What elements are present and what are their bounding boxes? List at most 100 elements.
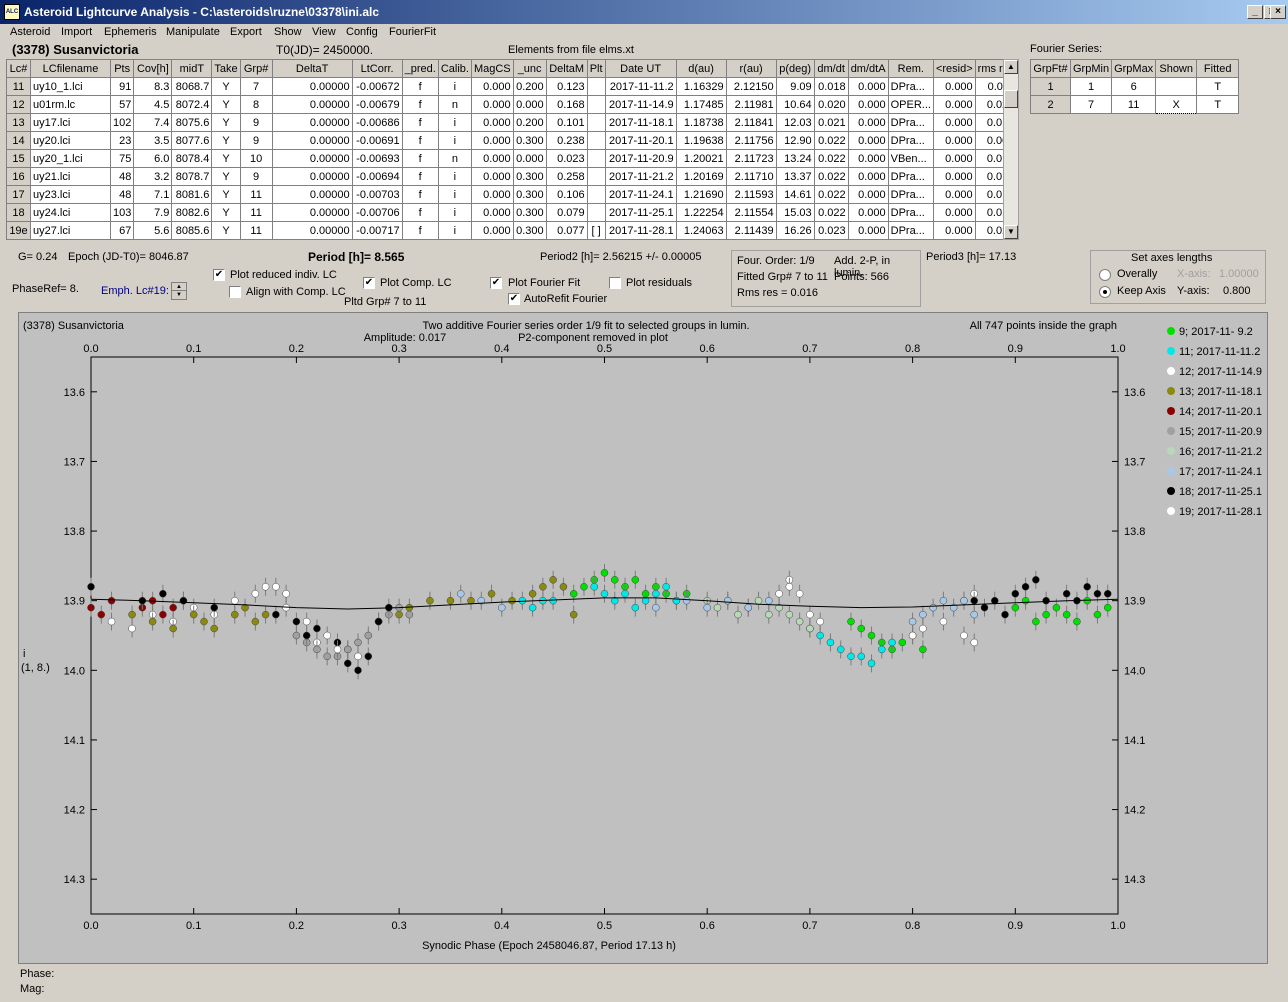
- table-cell[interactable]: 0.000: [470, 149, 514, 168]
- fourier-cell[interactable]: 1: [1069, 77, 1113, 96]
- table-cell[interactable]: 0.000: [470, 131, 514, 150]
- table-cell[interactable]: 0.300: [512, 167, 547, 186]
- lc-col-header[interactable]: Cov[h]: [133, 59, 173, 78]
- table-cell[interactable]: -0.00672: [351, 77, 403, 96]
- table-cell[interactable]: -0.00703: [351, 185, 403, 204]
- close-button[interactable]: ×: [1270, 5, 1286, 19]
- row-header[interactable]: 15: [6, 149, 31, 168]
- table-cell[interactable]: 1.20021: [675, 149, 727, 168]
- row-header[interactable]: 13: [6, 113, 31, 132]
- align-comp-checkbox[interactable]: [229, 286, 241, 298]
- table-cell[interactable]: f: [401, 185, 439, 204]
- table-cell[interactable]: -0.00686: [351, 113, 403, 132]
- table-cell[interactable]: 2.11841: [725, 113, 777, 132]
- fourier-cell[interactable]: [1155, 77, 1198, 96]
- table-cell[interactable]: 13.37: [775, 167, 815, 186]
- row-header[interactable]: 16: [6, 167, 31, 186]
- table-cell[interactable]: 4.5: [133, 95, 173, 114]
- table-cell[interactable]: 1.16329: [675, 77, 727, 96]
- spin-down-icon[interactable]: ▼: [172, 291, 186, 299]
- lc-col-header[interactable]: p(deg): [775, 59, 815, 78]
- table-cell[interactable]: 0.022: [813, 185, 849, 204]
- plot-residuals-checkbox[interactable]: [609, 277, 621, 289]
- table-cell[interactable]: 1.22254: [675, 203, 727, 222]
- table-cell[interactable]: 0.000: [847, 95, 889, 114]
- table-cell[interactable]: 11: [239, 185, 273, 204]
- table-cell[interactable]: i: [437, 167, 472, 186]
- table-cell[interactable]: 0.123: [545, 77, 588, 96]
- table-cell[interactable]: 0.00000: [271, 203, 353, 222]
- table-cell[interactable]: 10.64: [775, 95, 815, 114]
- table-cell[interactable]: 2.11756: [725, 131, 777, 150]
- menu-view[interactable]: View: [312, 26, 336, 38]
- table-cell[interactable]: 1.21690: [675, 185, 727, 204]
- lc-col-header[interactable]: Plt: [586, 59, 606, 78]
- lc-col-header[interactable]: midT: [171, 59, 213, 78]
- table-cell[interactable]: uy20_1.lci: [30, 149, 111, 168]
- table-cell[interactable]: Y: [211, 77, 241, 96]
- table-cell[interactable]: 0.018: [813, 77, 849, 96]
- table-cell[interactable]: 0.077: [545, 221, 588, 240]
- table-cell[interactable]: 7: [239, 77, 273, 96]
- table-cell[interactable]: 10: [239, 149, 273, 168]
- menu-manipulate[interactable]: Manipulate: [166, 26, 220, 38]
- table-cell[interactable]: 0.00000: [271, 149, 353, 168]
- table-cell[interactable]: [ ]: [586, 221, 606, 240]
- row-header[interactable]: 11: [6, 77, 31, 96]
- table-cell[interactable]: 2017-11-24.1: [604, 185, 677, 204]
- table-cell[interactable]: f: [401, 221, 439, 240]
- table-cell[interactable]: 0.00000: [271, 113, 353, 132]
- table-row[interactable]: 15 uy20_1.lci 75 6.0 8078.4 Y 10 0.00000 -0.0069…: [6, 149, 1018, 168]
- table-cell[interactable]: 0.300: [512, 203, 547, 222]
- table-cell[interactable]: 1.24063: [675, 221, 727, 240]
- row-header[interactable]: 19e: [6, 221, 31, 240]
- table-cell[interactable]: 48: [109, 167, 135, 186]
- table-cell[interactable]: [586, 77, 606, 96]
- table-cell[interactable]: [586, 95, 606, 114]
- table-cell[interactable]: [586, 131, 606, 150]
- table-cell[interactable]: 3.2: [133, 167, 173, 186]
- fourier-cell[interactable]: 6: [1111, 77, 1157, 96]
- x-axis-field[interactable]: 1.00000: [1219, 268, 1259, 280]
- table-cell[interactable]: 0.000: [847, 149, 889, 168]
- table-cell[interactable]: 2.11710: [725, 167, 777, 186]
- table-cell[interactable]: 0.000: [470, 185, 514, 204]
- table-cell[interactable]: i: [437, 131, 472, 150]
- row-header[interactable]: 12: [6, 95, 31, 114]
- lc-col-header[interactable]: Grp#: [239, 59, 273, 78]
- table-cell[interactable]: 3.5: [133, 131, 173, 150]
- table-cell[interactable]: 75: [109, 149, 135, 168]
- table-cell[interactable]: 0.168: [545, 95, 588, 114]
- table-cell[interactable]: 15.03: [775, 203, 815, 222]
- plot-comp-checkbox[interactable]: ✔: [363, 277, 375, 289]
- table-row[interactable]: 12 u01rm.lc 57 4.5 8072.4 Y 8 0.00000 -0.00679 f n…: [6, 95, 1018, 114]
- lc-col-header[interactable]: d(au): [675, 59, 727, 78]
- table-cell[interactable]: 2017-11-11.2: [604, 77, 677, 96]
- spin-up-icon[interactable]: ▲: [172, 283, 186, 291]
- table-cell[interactable]: 0.300: [512, 185, 547, 204]
- lc-col-header[interactable]: <resid>: [932, 59, 976, 78]
- table-cell[interactable]: 7.9: [133, 203, 173, 222]
- lc-col-header[interactable]: Calib.: [437, 59, 472, 78]
- lc-col-header[interactable]: Take: [211, 59, 241, 78]
- row-header[interactable]: 17: [6, 185, 31, 204]
- minimize-button[interactable]: _: [1247, 5, 1263, 19]
- table-cell[interactable]: 2017-11-18.1: [604, 113, 677, 132]
- table-cell[interactable]: Y: [211, 95, 241, 114]
- emph-lc-spinner[interactable]: ▲ ▼: [171, 282, 187, 300]
- table-cell[interactable]: 0.00000: [271, 167, 353, 186]
- table-cell[interactable]: DPra...: [887, 221, 934, 240]
- table-cell[interactable]: 1.18738: [675, 113, 727, 132]
- table-cell[interactable]: f: [401, 77, 439, 96]
- table-cell[interactable]: 9: [239, 113, 273, 132]
- table-cell[interactable]: f: [401, 131, 439, 150]
- table-cell[interactable]: 0.022: [813, 149, 849, 168]
- table-cell[interactable]: 0.000: [932, 77, 976, 96]
- table-cell[interactable]: -0.00691: [351, 131, 403, 150]
- table-cell[interactable]: 0.000: [847, 221, 889, 240]
- table-cell[interactable]: Y: [211, 221, 241, 240]
- lc-col-header[interactable]: MagCS: [470, 59, 514, 78]
- table-cell[interactable]: 2017-11-14.9: [604, 95, 677, 114]
- table-cell[interactable]: 0.00000: [271, 77, 353, 96]
- table-cell[interactable]: 0.079: [545, 203, 588, 222]
